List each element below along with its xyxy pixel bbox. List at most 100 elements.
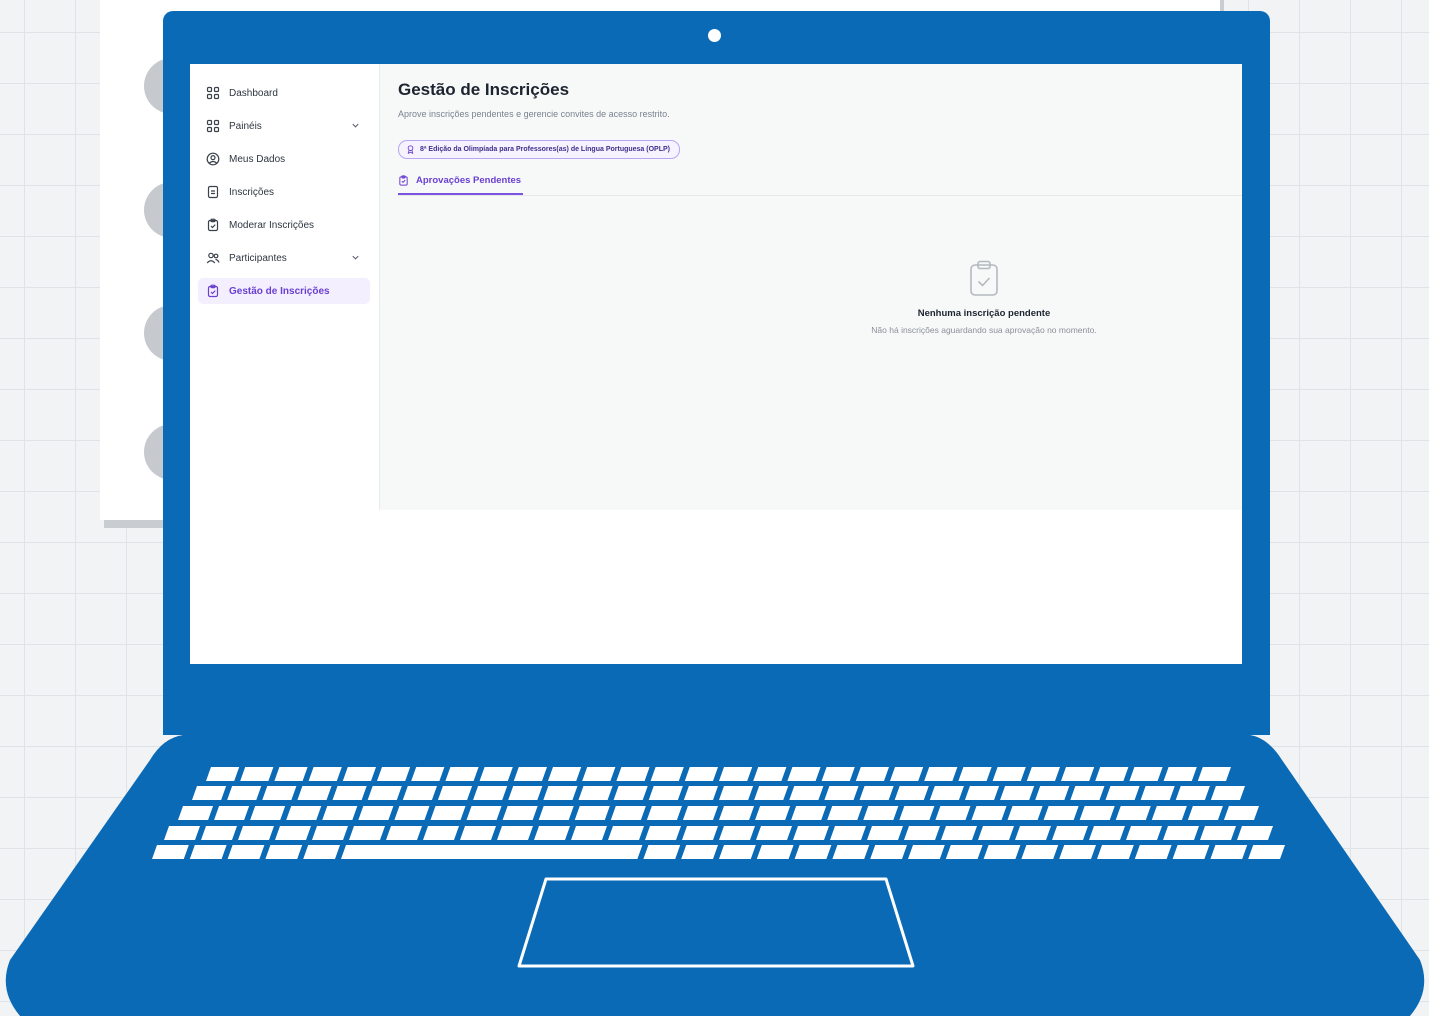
keyboard-key [924,767,958,781]
keyboard-key [935,806,971,820]
edition-badge[interactable]: 8ª Edição da Olimpíada para Professores(… [398,140,680,159]
keyboard-key [753,767,787,781]
chevron-down-icon[interactable] [351,121,360,130]
keyboard-key [303,845,340,859]
keyboard-key [719,806,755,820]
keyboard-key [821,767,855,781]
keyboard-key [227,845,265,859]
keyboard-key [322,806,358,820]
keyboard-key [646,806,682,820]
keyboard-key [1163,767,1197,781]
keyboard-key [312,826,348,840]
empty-state-title: Nenhuma inscrição pendente [917,308,1051,319]
keyboard-key [645,826,681,840]
keyboard-key [286,806,322,820]
sidebar-item-meus-dados[interactable]: Meus Dados [198,146,370,172]
keyboard-key [863,806,899,820]
keyboard-key [719,767,753,781]
keyboard-key [178,806,214,820]
keyboard-key [684,767,718,781]
keyboard-key [227,786,262,800]
keyboard-key [1035,786,1070,800]
keyboard-key [548,767,582,781]
sidebar-item-dashboard[interactable]: Dashboard [198,80,370,106]
sidebar-item-label: Gestão de Inscrições [229,285,330,297]
keyboard-key [827,806,863,820]
keyboard-key [681,845,718,859]
keyboard-key [755,806,791,820]
keyboard-key [958,767,992,781]
keyboard-key [941,826,977,840]
keyboard-key [1052,826,1088,840]
keyboard-key [899,806,935,820]
sidebar-item-paineis[interactable]: Painéis [198,113,370,139]
keyboard-key [508,786,543,800]
empty-state-description: Não há inscrições aguardando sua aprovaç… [871,325,1097,335]
keyboard-key [262,786,297,800]
keyboard-key [274,767,308,781]
keyboard-key [832,845,870,859]
keyboard-key [377,767,411,781]
keyboard-key [402,786,437,800]
keyboard-key [297,786,332,800]
page-title: Gestão de Inscrições [398,80,570,99]
award-icon [407,145,414,154]
keyboard-key [571,826,607,840]
keyboard-key [1015,826,1051,840]
keyboard-key [411,767,445,781]
keyboard-key [502,806,538,820]
keyboard-key [904,826,940,840]
keyboard-key [793,826,829,840]
tab-aprovacoes-pendentes[interactable]: Aprovações Pendentes [398,171,524,195]
keyboard-key [789,786,824,800]
sidebar-item-label: Painéis [229,120,262,132]
keyboard-key [682,826,718,840]
keyboard-key [367,786,402,800]
keyboard-key [423,826,459,840]
laptop-lid: Dashboard Painéis Meus Dados Inscrições … [163,11,1270,735]
keyboard-key [578,786,613,800]
keyboard-key [1105,786,1140,800]
keyboard-key [1248,845,1285,859]
chevron-down-icon[interactable] [351,253,360,262]
keyboard-key [824,786,859,800]
keyboard-key [756,845,794,859]
webcam-icon [708,29,721,42]
keyboard-key [756,826,792,840]
keyboard-key [1200,826,1236,840]
keyboard-key [610,806,646,820]
keyboard-key [1021,845,1059,859]
keyboard-key [1175,786,1210,800]
laptop-screen: Dashboard Painéis Meus Dados Inscrições … [190,64,1242,664]
keyboard-key [867,826,903,840]
app-window: Dashboard Painéis Meus Dados Inscrições … [190,64,1242,510]
keyboard-key [648,786,683,800]
keyboard-key [513,767,547,781]
keyboard-key [1059,845,1096,859]
keyboard-key [787,767,821,781]
sidebar-item-label: Dashboard [229,87,278,99]
grid-icon [206,86,220,100]
keyboard-key [497,826,533,840]
keyboard-key [1163,826,1199,840]
keyboard-key [341,845,643,859]
edition-label: 8ª Edição da Olimpíada para Professores(… [420,146,670,153]
keyboard-key [1079,806,1115,820]
keyboard-key [1237,826,1273,840]
keyboard-key [152,845,189,859]
keyboard-key [830,826,866,840]
sidebar-item-participantes[interactable]: Participantes [198,245,370,271]
keyboard-key [1151,806,1187,820]
keyboard-key [1210,786,1245,800]
keyboard-key [890,767,924,781]
keyboard-key [1000,786,1035,800]
sidebar-item-label: Meus Dados [229,153,286,165]
keyboard-key [643,845,681,859]
sidebar-item-gestao-de-inscricoes[interactable]: Gestão de Inscrições [198,278,370,304]
tab-divider [398,195,1242,196]
keyboard-key [1197,767,1231,781]
sidebar-item-moderar-inscricoes[interactable]: Moderar Inscrições [198,212,370,238]
tab-label: Aprovações Pendentes [416,174,522,186]
keyboard-key [1129,767,1163,781]
sidebar-item-inscricoes[interactable]: Inscrições [198,179,370,205]
